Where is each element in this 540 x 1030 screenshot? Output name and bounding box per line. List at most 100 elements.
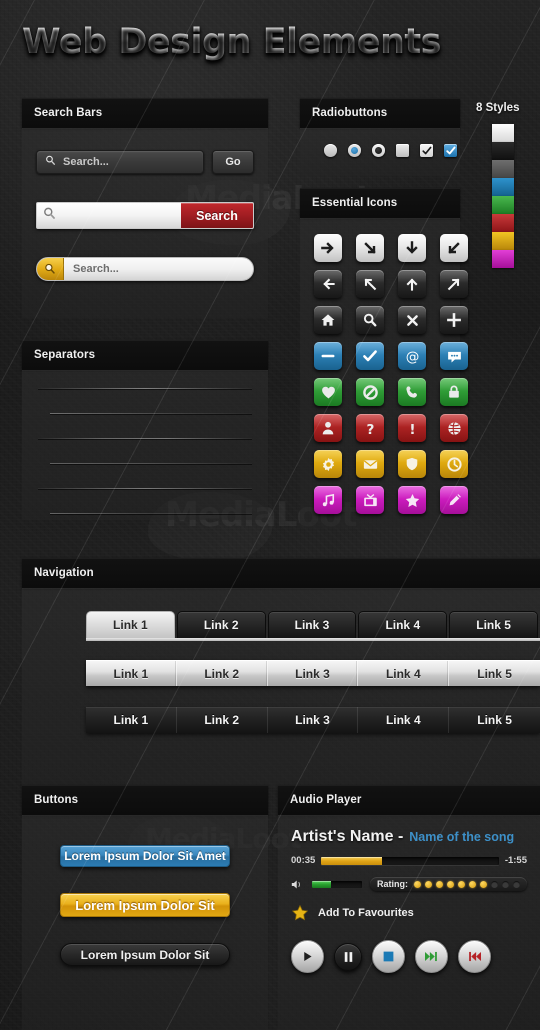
arrow-right-icon[interactable] (314, 234, 342, 262)
separator-6 (50, 513, 252, 515)
rating-control[interactable]: Rating: (370, 877, 527, 891)
arrow-up-left-icon[interactable] (356, 270, 384, 298)
music-icon[interactable] (314, 486, 342, 514)
plus-icon[interactable] (440, 306, 468, 334)
globe-icon[interactable] (440, 414, 468, 442)
nav3-link-3[interactable]: Link 3 (268, 707, 359, 733)
nav-tab-5[interactable]: Link 5 (449, 611, 538, 638)
progress-slider[interactable] (321, 856, 499, 865)
stop-button[interactable] (372, 940, 405, 973)
essential-icons-heading: Essential Icons (300, 188, 460, 218)
nav3-link-5[interactable]: Link 5 (449, 707, 540, 733)
rating-dot-9[interactable] (502, 880, 509, 888)
arrow-down-left-icon[interactable] (440, 234, 468, 262)
go-button[interactable]: Go (212, 150, 254, 174)
volume-slider[interactable] (312, 880, 362, 888)
swatch-gold[interactable] (492, 232, 514, 250)
arrow-up-icon[interactable] (398, 270, 426, 298)
nav2-link-2[interactable]: Link 2 (177, 661, 268, 686)
home-icon[interactable] (314, 306, 342, 334)
pencil-icon[interactable] (440, 486, 468, 514)
mail-icon[interactable] (356, 450, 384, 478)
gear-icon[interactable] (314, 450, 342, 478)
page-title: Web Design Elements (22, 22, 441, 62)
search-input-dark-placeholder: Search... (63, 156, 109, 168)
star-icon[interactable] (398, 486, 426, 514)
button-dark[interactable]: Lorem Ipsum Dolor Sit (60, 943, 230, 966)
checkbox-unchecked[interactable] (396, 144, 409, 157)
arrow-up-right-icon[interactable] (440, 270, 468, 298)
button-gold[interactable]: Lorem Ipsum Dolor Sit (60, 893, 230, 917)
rating-dot-7[interactable] (480, 880, 487, 888)
essential-icons-body: @ ? ! (300, 218, 468, 528)
clock-icon[interactable] (440, 450, 468, 478)
arrow-left-icon[interactable] (314, 270, 342, 298)
question-icon[interactable]: ? (356, 414, 384, 442)
checkbox-checked-dark[interactable] (420, 144, 433, 157)
separator-5 (38, 488, 252, 490)
previous-button[interactable] (458, 940, 491, 973)
nav-tab-4[interactable]: Link 4 (358, 611, 448, 638)
lock-icon[interactable] (440, 378, 468, 406)
swatch-green[interactable] (492, 196, 514, 214)
check-icon[interactable] (356, 342, 384, 370)
arrow-down-right-icon[interactable] (356, 234, 384, 262)
nav2-link-3[interactable]: Link 3 (268, 661, 359, 686)
search-icon[interactable] (356, 306, 384, 334)
rating-dot-4[interactable] (447, 880, 454, 888)
heart-icon[interactable] (314, 378, 342, 406)
rating-dot-8[interactable] (491, 880, 498, 888)
exclamation-icon[interactable]: ! (398, 414, 426, 442)
elapsed-time: 00:35 (291, 855, 316, 866)
phone-icon[interactable] (398, 378, 426, 406)
nav2-link-4[interactable]: Link 4 (358, 661, 450, 686)
rating-dot-6[interactable] (469, 880, 476, 888)
nav-tab-1[interactable]: Link 1 (86, 611, 175, 638)
user-icon[interactable] (314, 414, 342, 442)
radio-unselected-gray[interactable] (324, 144, 337, 157)
magnifier-icon (37, 258, 64, 280)
close-icon[interactable] (398, 306, 426, 334)
nav-tab-3[interactable]: Link 3 (267, 611, 357, 638)
rating-dot-2[interactable] (425, 880, 432, 888)
previous-icon (469, 951, 481, 962)
rating-dot-5[interactable] (458, 880, 465, 888)
nav3-link-1[interactable]: Link 1 (86, 707, 177, 733)
search-button-red[interactable]: Search (181, 203, 253, 228)
swatch-black[interactable] (492, 142, 514, 160)
radio-selected-blue[interactable] (348, 144, 361, 157)
play-button[interactable] (291, 940, 324, 973)
nav-tab-2[interactable]: Link 2 (176, 611, 266, 638)
tv-icon[interactable] (356, 486, 384, 514)
arrow-down-icon[interactable] (398, 234, 426, 262)
search-input-white[interactable] (37, 203, 181, 228)
rating-dot-10[interactable] (513, 880, 520, 888)
checkbox-checked-blue[interactable] (444, 144, 457, 157)
at-sign-icon[interactable]: @ (398, 342, 426, 370)
nav3-link-4[interactable]: Link 4 (358, 707, 450, 733)
speaker-icon[interactable] (291, 879, 304, 890)
swatch-gray[interactable] (492, 160, 514, 178)
add-to-favourites[interactable]: Add To Favourites (291, 904, 527, 922)
next-button[interactable] (415, 940, 448, 973)
search-input-rounded[interactable]: Search... (36, 257, 254, 281)
swatch-blue[interactable] (492, 178, 514, 196)
search-input-dark[interactable]: Search... (36, 150, 204, 174)
button-blue[interactable]: Lorem Ipsum Dolor Sit Amet (60, 845, 230, 867)
swatch-white[interactable] (492, 124, 514, 142)
swatch-magenta[interactable] (492, 250, 514, 268)
rating-dot-1[interactable] (414, 880, 421, 888)
buttons-heading: Buttons (22, 785, 268, 815)
rating-dot-3[interactable] (436, 880, 443, 888)
nav3-link-2[interactable]: Link 2 (177, 707, 268, 733)
shield-icon[interactable] (398, 450, 426, 478)
radio-selected-dark[interactable] (372, 144, 385, 157)
rating-label: Rating: (377, 879, 408, 889)
pause-button[interactable] (334, 942, 362, 971)
nav2-link-1[interactable]: Link 1 (86, 661, 177, 686)
minus-icon[interactable] (314, 342, 342, 370)
forbidden-icon[interactable] (356, 378, 384, 406)
comment-icon[interactable] (440, 342, 468, 370)
nav2-link-5[interactable]: Link 5 (449, 661, 540, 686)
swatch-red[interactable] (492, 214, 514, 232)
